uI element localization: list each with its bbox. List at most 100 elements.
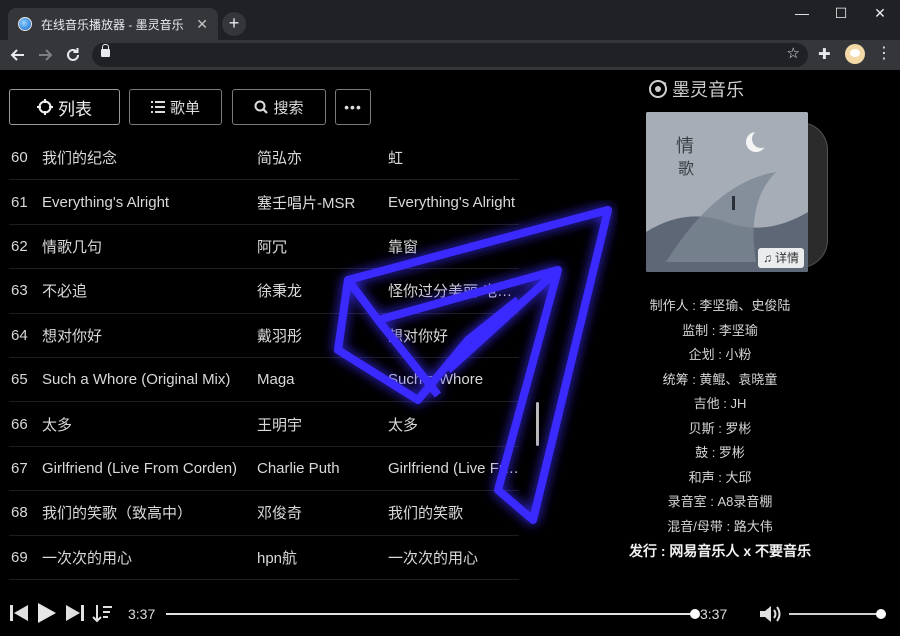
song-row[interactable]: 67 Girlfriend (Live From Corden) Charlie… (9, 447, 519, 492)
progress-knob[interactable] (690, 609, 700, 619)
music-disc-icon (649, 80, 667, 98)
progress-bar[interactable] (166, 613, 696, 615)
song-number: 66 (11, 415, 28, 433)
song-title: Everything's Alright (42, 193, 170, 211)
forward-arrow-icon[interactable] (34, 44, 56, 66)
song-credits: 制作人 : 李坚瑜、史俊陆 监制 : 李坚瑜 企划 : 小粉 统筹 : 黄鲲、袁… (600, 294, 840, 564)
song-title: 一次次的用心 (42, 549, 133, 567)
song-artist: 徐秉龙 (257, 283, 303, 301)
music-note-icon: ♫ (762, 251, 772, 265)
song-album: 一次次的用心 (388, 549, 479, 567)
search-button-label: 搜索 (273, 99, 304, 117)
song-artist: 王明宇 (257, 416, 303, 434)
song-artist: 简弘亦 (257, 150, 303, 168)
credit-line: 监制 : 李坚瑜 (682, 322, 758, 338)
song-row[interactable]: 61 Everything's Alright 塞壬唱片-MSR Everyth… (9, 180, 519, 225)
songlist-button[interactable]: 歌单 (129, 89, 222, 125)
song-artist: 戴羽彤 (257, 327, 303, 345)
new-tab-button[interactable]: + (222, 12, 246, 36)
song-title: 不必追 (42, 283, 88, 301)
volume-knob[interactable] (876, 609, 886, 619)
song-title: 情歌几句 (42, 238, 103, 256)
maximize-button[interactable]: ☐ (827, 2, 855, 24)
song-title: 想对你好 (42, 327, 103, 345)
volume-button[interactable] (758, 603, 782, 625)
song-row[interactable]: 64 想对你好 戴羽彤 想对你好 (9, 314, 519, 358)
tab-title: 在线音乐播放器 - 墨灵音乐 (41, 17, 184, 32)
song-album: 我们的笑歌 (388, 505, 464, 523)
song-row[interactable]: 66 太多 王明宇 太多 (9, 402, 519, 447)
song-album: Such a Whore (388, 371, 484, 389)
svg-text:歌: 歌 (678, 159, 694, 178)
tab-close-icon[interactable]: ✕ (196, 16, 208, 32)
song-title: Such a Whore (Original Mix) (42, 371, 231, 389)
sort-order-icon (92, 605, 112, 623)
song-number: 64 (11, 326, 28, 344)
credit-line: 制作人 : 李坚瑜、史俊陆 (649, 298, 791, 313)
target-icon (37, 99, 53, 115)
music-app: 列表 歌单 搜索 ••• 60 我们的纪念 简弘亦 虹 61 Everythin… (0, 70, 900, 636)
address-bar[interactable]: ☆ (92, 43, 808, 67)
credit-line: 录音室 : A8录音棚 (667, 494, 773, 509)
album-detail-button[interactable]: ♫ 详情 (757, 248, 804, 268)
song-title: 太多 (42, 416, 73, 434)
browser-menu-icon[interactable]: ⋮ (876, 43, 892, 65)
brand-logo: 墨灵音乐 (648, 78, 744, 100)
song-number: 62 (11, 237, 28, 255)
brand-name: 墨灵音乐 (672, 80, 744, 100)
song-title: Girlfriend (Live From Corden) (42, 459, 238, 477)
close-window-button[interactable]: ✕ (866, 2, 894, 24)
reload-icon[interactable] (62, 44, 84, 66)
lock-icon (101, 44, 110, 57)
song-title: 我们的笑歌（致高中） (42, 505, 193, 523)
extensions-puzzle-icon[interactable]: ✚ (818, 45, 831, 63)
song-row[interactable]: 62 情歌几句 阿冗 靠窗 (9, 225, 519, 270)
song-row[interactable]: 63 不必追 徐秉龙 怪你过分美丽 电影原声 (9, 269, 519, 314)
search-icon (254, 100, 269, 114)
song-list-scrollbar[interactable] (536, 402, 539, 446)
credit-line: 混音/母带 : 路大伟 (667, 518, 773, 534)
song-album: 虹 (388, 150, 404, 168)
play-button[interactable] (36, 601, 58, 625)
song-row[interactable]: 69 一次次的用心 hpn航 一次次的用心 (9, 536, 519, 580)
profile-avatar[interactable] (845, 44, 865, 64)
song-artist: 阿冗 (257, 238, 288, 256)
album-detail-label: 详情 (774, 251, 799, 265)
previous-track-button[interactable] (8, 601, 30, 625)
browser-tab[interactable]: 在线音乐播放器 - 墨灵音乐 ✕ (8, 8, 218, 40)
song-row[interactable]: 68 我们的笑歌（致高中） 邓俊奇 我们的笑歌 (9, 491, 519, 536)
volume-slider[interactable] (789, 613, 883, 615)
current-time: 3:37 (128, 606, 156, 622)
more-button[interactable]: ••• (335, 89, 371, 125)
album-cover[interactable]: 情 歌 ♫ 详情 (646, 112, 808, 272)
song-album: 太多 (388, 416, 419, 434)
song-artist: 塞壬唱片-MSR (257, 194, 356, 212)
credit-line: 鼓 : 罗彬 (695, 445, 745, 460)
skip-forward-icon (66, 605, 84, 621)
total-time: 3:37 (700, 606, 728, 622)
play-order-button[interactable] (92, 601, 114, 625)
song-number: 68 (11, 504, 28, 522)
song-album: 想对你好 (388, 327, 449, 345)
song-artist: Maga (257, 371, 295, 389)
song-album: Girlfriend (Live From Corden) (388, 459, 519, 477)
song-title: 我们的纪念 (42, 150, 118, 168)
song-number: 63 (11, 282, 28, 300)
back-arrow-icon[interactable] (7, 44, 29, 66)
song-album: Everything's Alright (388, 193, 516, 211)
search-button[interactable]: 搜索 (232, 89, 326, 125)
next-track-button[interactable] (64, 601, 86, 625)
song-artist: Charlie Puth (257, 459, 340, 477)
song-list: 60 我们的纪念 简弘亦 虹 61 Everything's Alright 塞… (9, 136, 519, 580)
bookmark-star-icon[interactable]: ☆ (787, 44, 800, 62)
credit-line: 吉他 : JH (693, 396, 747, 411)
list-lines-icon (150, 101, 165, 113)
song-row[interactable]: 65 Such a Whore (Original Mix) Maga Such… (9, 358, 519, 403)
favicon-icon (18, 17, 32, 31)
release-info: 发行 : 网易音乐人 x 不要音乐 (628, 543, 811, 559)
volume-icon (760, 606, 781, 622)
minimize-button[interactable]: — (788, 2, 816, 24)
list-button[interactable]: 列表 (9, 89, 120, 125)
song-row[interactable]: 60 我们的纪念 简弘亦 虹 (9, 136, 519, 181)
song-artist: hpn航 (257, 549, 298, 567)
